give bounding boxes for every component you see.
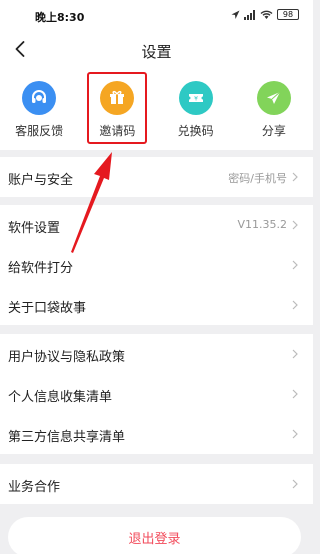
row-label: 用户协议与隐私政策 [8, 350, 126, 365]
row-account-security[interactable]: 账户与安全 密码/手机号 [0, 157, 313, 197]
row-label: 个人信息收集清单 [8, 390, 113, 405]
shortcut-invite-code[interactable]: 邀请码 [78, 70, 156, 150]
svg-text:¥: ¥ [194, 96, 198, 103]
row-label: 业务合作 [8, 480, 61, 495]
headset-icon [22, 81, 57, 115]
chevron-right-icon [292, 300, 298, 310]
shortcut-redeem-code[interactable]: ¥ 兑换码 [157, 70, 235, 150]
logout-button[interactable]: 退出登录 [8, 517, 301, 554]
row-label: 软件设置 [8, 221, 61, 236]
shortcut-invite-code-label: 邀请码 [99, 124, 136, 138]
status-time: 晚上8:30 [35, 11, 85, 24]
group-business: 业务合作 [0, 464, 313, 504]
chevron-right-icon [292, 429, 298, 439]
logout-label: 退出登录 [128, 532, 181, 547]
chevron-right-icon [292, 172, 298, 182]
header: 设置 [0, 30, 313, 70]
location-icon [231, 10, 240, 19]
version-value: V11.35.2 [237, 218, 287, 231]
row-business-cooperation[interactable]: 业务合作 [0, 464, 313, 504]
status-bar: 晚上8:30 98 [0, 0, 313, 30]
row-label: 关于口袋故事 [8, 301, 87, 316]
row-user-agreement[interactable]: 用户协议与隐私政策 [0, 334, 313, 374]
page-title: 设置 [141, 43, 172, 61]
group-account: 账户与安全 密码/手机号 [0, 157, 313, 197]
row-value: 密码/手机号 [228, 172, 287, 185]
shortcut-redeem-code-label: 兑换码 [177, 124, 214, 138]
row-third-party-sharing[interactable]: 第三方信息共享清单 [0, 414, 313, 454]
chevron-right-icon [292, 349, 298, 359]
row-rate-app[interactable]: 给软件打分 [0, 245, 313, 285]
row-label: 给软件打分 [8, 261, 74, 276]
shortcut-feedback[interactable]: 客服反馈 [0, 70, 78, 150]
wifi-icon [260, 10, 273, 19]
chevron-right-icon [292, 260, 298, 270]
group-software: 软件设置 V11.35.2 给软件打分 关于口袋故事 [0, 205, 313, 325]
row-software-settings[interactable]: 软件设置 V11.35.2 [0, 205, 313, 245]
row-personal-info-list[interactable]: 个人信息收集清单 [0, 374, 313, 414]
shortcut-bar: 客服反馈 邀请码 ¥ 兑换码 分享 [0, 70, 313, 150]
shortcut-share-label: 分享 [261, 124, 286, 138]
gift-icon [100, 81, 135, 115]
chevron-right-icon [292, 479, 298, 489]
group-policies: 用户协议与隐私政策 个人信息收集清单 第三方信息共享清单 [0, 334, 313, 454]
signal-icon [244, 9, 255, 20]
chevron-right-icon [292, 220, 298, 230]
status-icons: 98 [231, 9, 299, 20]
shortcut-share[interactable]: 分享 [235, 70, 313, 150]
shortcut-feedback-label: 客服反馈 [15, 124, 64, 138]
ticket-icon: ¥ [178, 81, 213, 115]
paper-plane-icon [256, 81, 291, 115]
row-label: 第三方信息共享清单 [8, 430, 126, 445]
chevron-right-icon [292, 389, 298, 399]
row-about[interactable]: 关于口袋故事 [0, 285, 313, 325]
row-label: 账户与安全 [8, 173, 74, 188]
battery-icon: 98 [277, 9, 299, 20]
